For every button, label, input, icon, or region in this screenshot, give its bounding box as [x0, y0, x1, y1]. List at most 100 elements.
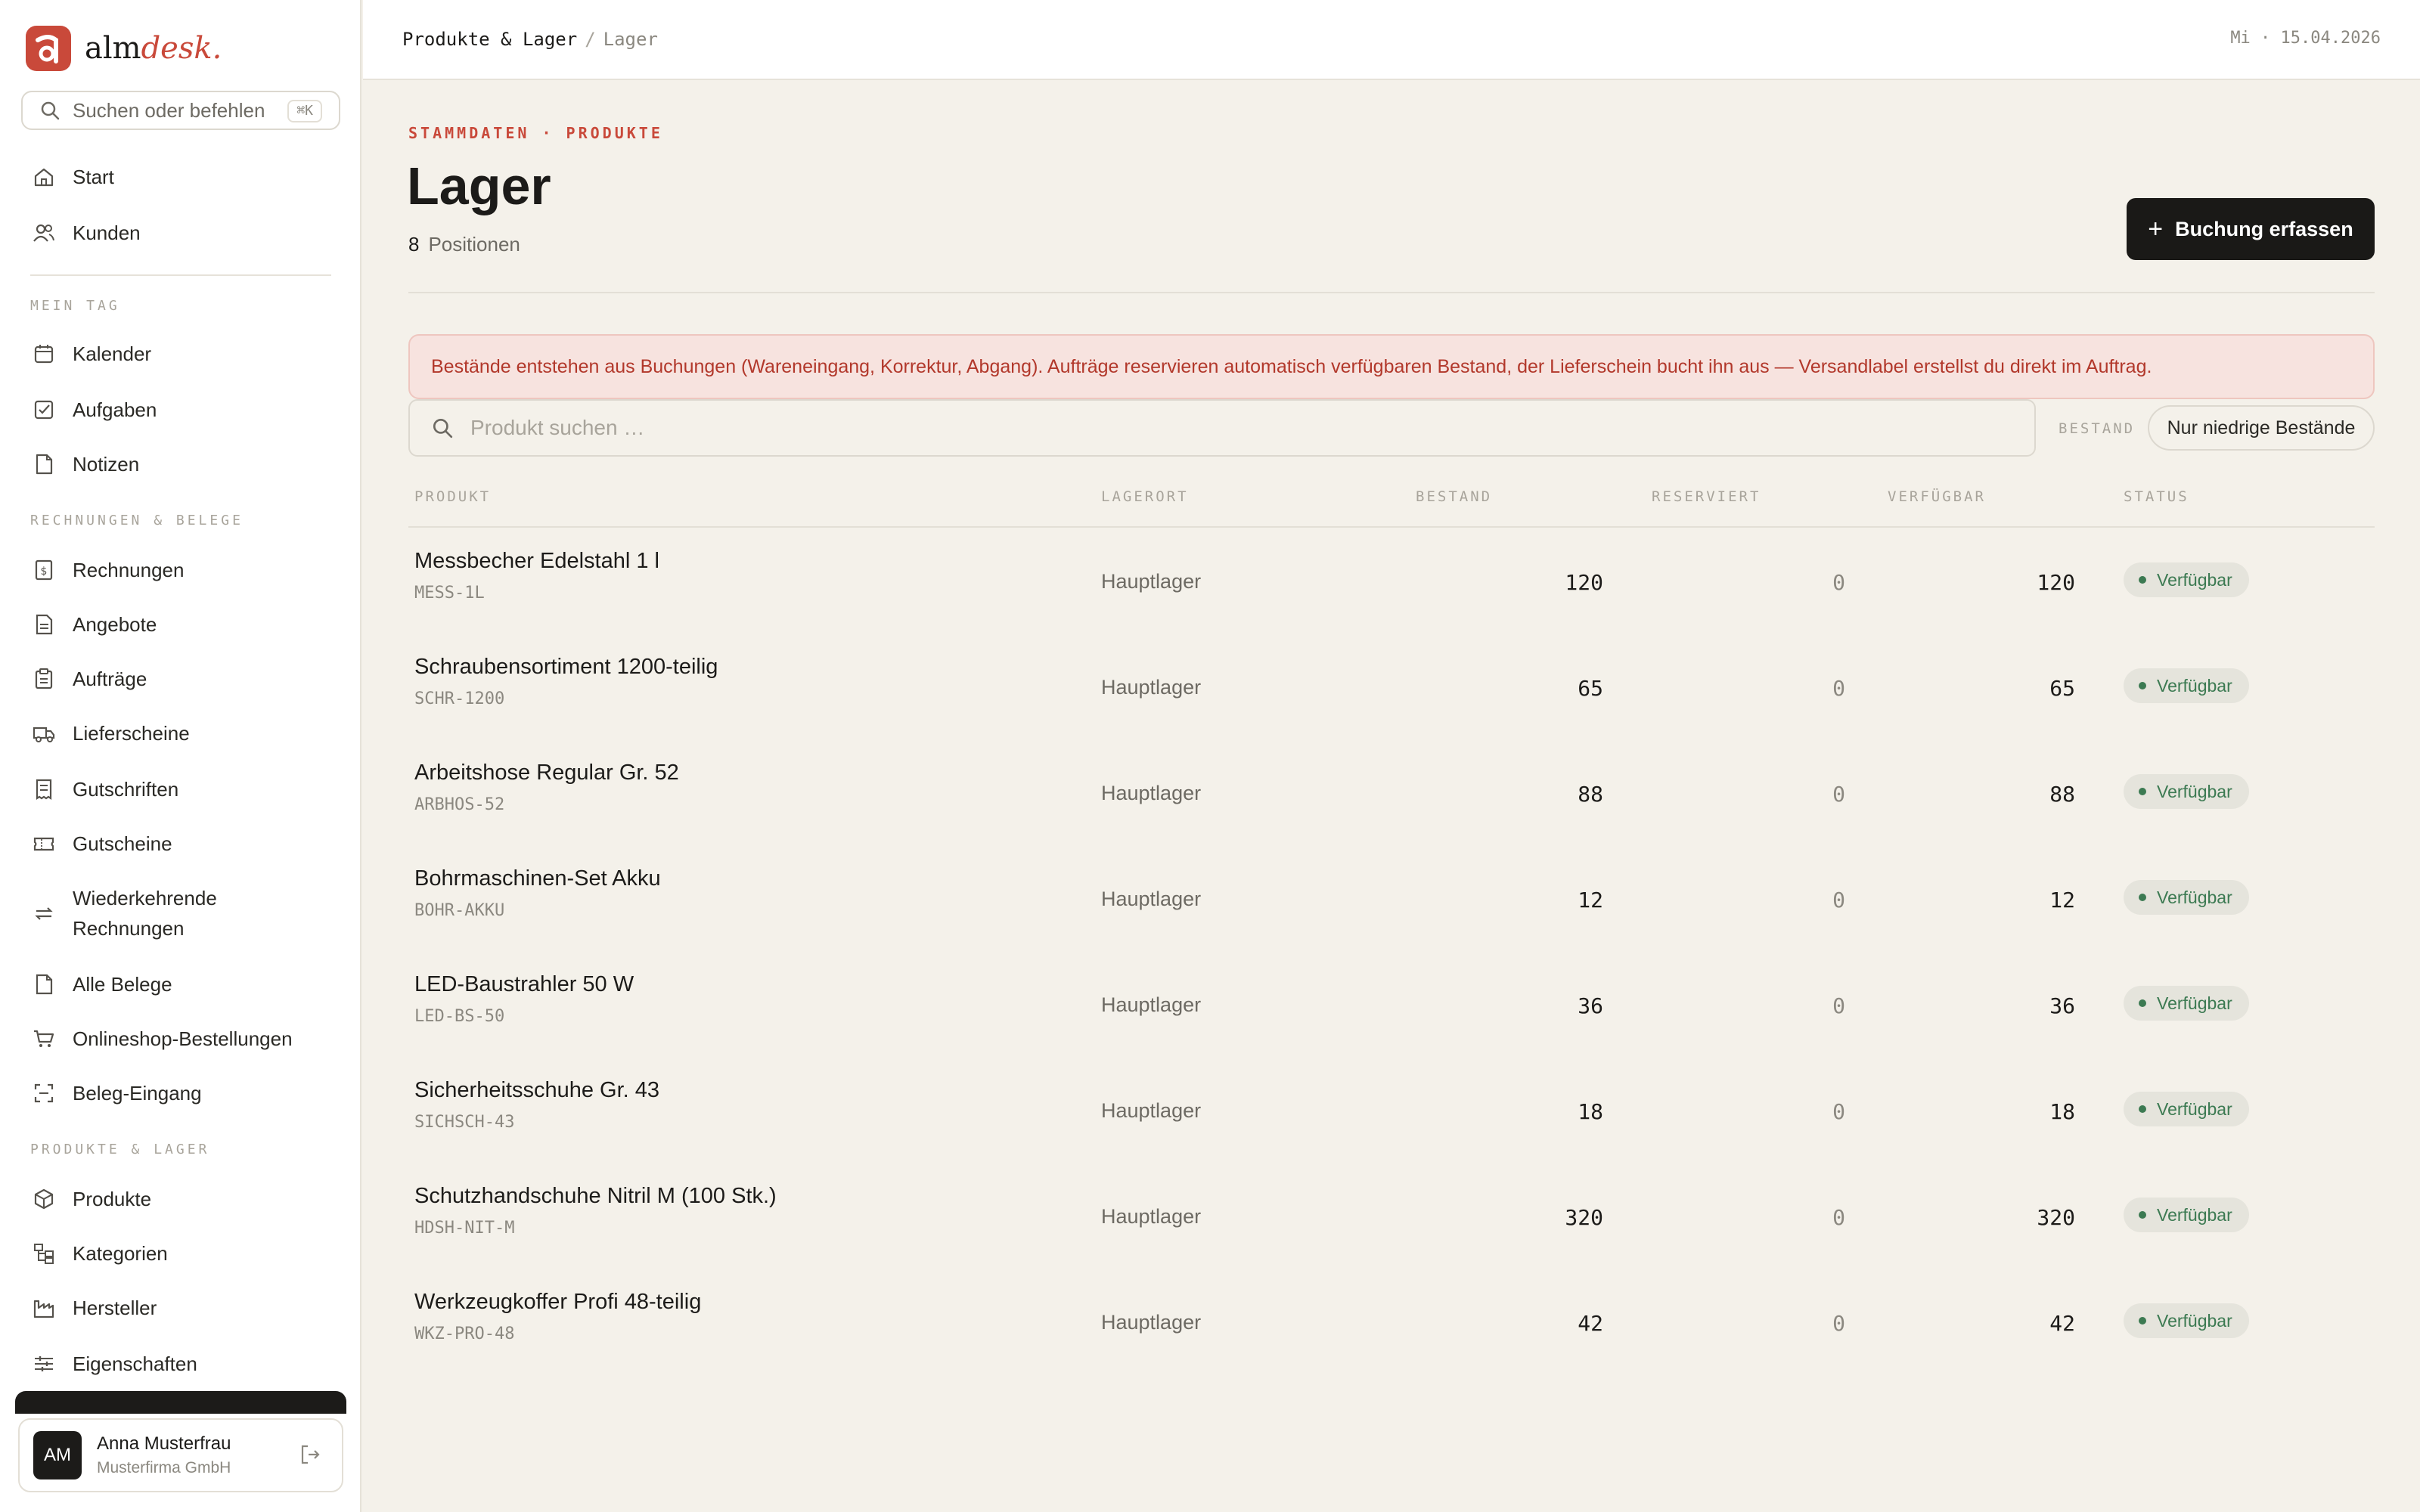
sidebar-search[interactable]: Suchen oder befehlen ⌘K	[21, 91, 340, 130]
product-location: Hauptlager	[1101, 1311, 1202, 1334]
invoice-icon: $	[29, 555, 59, 585]
current-date: Mi · 15.04.2026	[2230, 29, 2381, 48]
cart-icon	[29, 1024, 59, 1054]
sidebar-item-label: Start	[73, 166, 114, 188]
breadcrumb-current: Lager	[603, 29, 658, 50]
sidebar-item-hersteller[interactable]: Hersteller	[29, 1293, 339, 1323]
sidebar-item-auftraege[interactable]: Aufträge	[29, 664, 339, 694]
product-name[interactable]: Messbecher Edelstahl 1 l	[414, 549, 659, 574]
sidebar-item-eigenschaften[interactable]: Eigenschaften	[29, 1349, 339, 1379]
active-item-strip[interactable]	[15, 1391, 346, 1414]
column-header-produkt[interactable]: PRODUKT	[414, 488, 491, 505]
user-card[interactable]: AM Anna Musterfrau Musterfirma GmbH	[18, 1418, 343, 1492]
sidebar-item-angebote[interactable]: Angebote	[29, 609, 339, 640]
table-row[interactable]: Arbeitshose Regular Gr. 52 ARBHOS-52 Haupt…	[408, 739, 2375, 845]
table-row[interactable]: Sicherheitsschuhe Gr. 43 SICHSCH-43 Hauptl…	[408, 1057, 2375, 1163]
sidebar-item-kunden[interactable]: Kunden	[29, 218, 339, 248]
stock-value: 88	[1578, 782, 1603, 807]
column-header-bestand[interactable]: BESTAND	[1416, 488, 1492, 505]
sidebar-item-onlineshop-bestellungen[interactable]: Onlineshop-Bestellungen	[29, 1024, 339, 1054]
logout-icon[interactable]	[298, 1442, 322, 1470]
factory-icon	[29, 1293, 59, 1323]
status-label: Verfügbar	[2157, 781, 2232, 801]
sidebar-item-aufgaben[interactable]: Aufgaben	[29, 395, 339, 425]
product-location: Hauptlager	[1101, 782, 1202, 804]
user-info: Anna Musterfrau Musterfirma GmbH	[97, 1433, 231, 1477]
sidebar-item-label-line2: Rechnungen	[73, 917, 185, 940]
table-row[interactable]: Werkzeugkoffer Profi 48-teilig WKZ-PRO-48…	[408, 1269, 2375, 1374]
section-rechnungen-belege: RECHNUNGEN & BELEGE	[30, 513, 244, 528]
column-header-status[interactable]: STATUS	[2124, 488, 2189, 505]
status-badge: Verfügbar	[2124, 774, 2249, 809]
box-icon	[29, 1184, 59, 1214]
column-header-reserviert[interactable]: RESERVIERT	[1652, 488, 1761, 505]
sidebar-item-notizen[interactable]: Notizen	[29, 449, 339, 479]
sliders-icon	[29, 1349, 59, 1379]
sidebar: almdesk. Suchen oder befehlen ⌘K Start K…	[0, 0, 361, 1512]
product-name[interactable]: Werkzeugkoffer Profi 48-teilig	[414, 1290, 701, 1315]
brand-logo[interactable]: almdesk.	[26, 26, 222, 71]
status-dot-icon	[2139, 1211, 2146, 1219]
sidebar-item-produkte[interactable]: Produkte	[29, 1184, 339, 1214]
product-location: Hauptlager	[1101, 888, 1202, 910]
table-row[interactable]: Schraubensortiment 1200-teilig SCHR-1200 H…	[408, 634, 2375, 739]
breadcrumb-separator: /	[585, 29, 596, 50]
sidebar-item-alle-belege[interactable]: Alle Belege	[29, 969, 339, 999]
product-name[interactable]: Arbeitshose Regular Gr. 52	[414, 761, 679, 785]
product-name[interactable]: Schutzhandschuhe Nitril M (100 Stk.)	[414, 1184, 777, 1209]
home-icon	[29, 162, 59, 192]
status-label: Verfügbar	[2157, 675, 2232, 696]
status-dot-icon	[2139, 576, 2146, 584]
column-header-verfuegbar[interactable]: VERFÜGBAR	[1888, 488, 1986, 505]
product-sku: SICHSCH-43	[414, 1113, 515, 1132]
sidebar-item-gutscheine[interactable]: Gutscheine	[29, 829, 339, 859]
reserved-value: 0	[1832, 782, 1845, 807]
page-eyebrow: STAMMDATEN · PRODUKTE	[408, 124, 663, 142]
available-value: 18	[2049, 1099, 2075, 1124]
tree-icon	[29, 1238, 59, 1269]
status-badge: Verfügbar	[2124, 880, 2249, 915]
sidebar-item-kalender[interactable]: Kalender	[29, 339, 339, 369]
calendar-icon	[29, 339, 59, 369]
sidebar-item-label: Aufträge	[73, 668, 147, 690]
sidebar-search-placeholder: Suchen oder befehlen	[73, 98, 265, 122]
table-row[interactable]: LED-Baustrahler 50 W LED-BS-50 Hauptlager 3…	[408, 951, 2375, 1057]
sidebar-item-rechnungen[interactable]: $ Rechnungen	[29, 555, 339, 585]
sidebar-item-label: Beleg-Eingang	[73, 1082, 202, 1105]
sidebar-item-label: Rechnungen	[73, 559, 185, 581]
column-header-lagerort[interactable]: LAGERORT	[1101, 488, 1189, 505]
info-notice: Bestände entstehen aus Buchungen (Warene…	[408, 334, 2375, 399]
stock-value: 320	[1565, 1205, 1603, 1230]
sidebar-item-lieferscheine[interactable]: Lieferscheine	[29, 718, 339, 748]
breadcrumb-parent[interactable]: Produkte & Lager	[402, 29, 577, 50]
product-name[interactable]: Sicherheitsschuhe Gr. 43	[414, 1078, 659, 1103]
sidebar-item-kategorien[interactable]: Kategorien	[29, 1238, 339, 1269]
sidebar-item-beleg-eingang[interactable]: Beleg-Eingang	[29, 1078, 339, 1108]
topbar: Produkte & Lager / Lager Mi · 15.04.2026	[363, 0, 2420, 80]
sidebar-item-label: Wiederkehrende Rechnungen	[73, 883, 217, 943]
table-row[interactable]: Messbecher Edelstahl 1 l MESS-1L Hauptlage…	[408, 528, 2375, 634]
sidebar-item-label: Hersteller	[73, 1297, 157, 1319]
sidebar-item-wiederkehrende-rechnungen[interactable]: Wiederkehrende Rechnungen	[29, 883, 339, 943]
product-name[interactable]: LED-Baustrahler 50 W	[414, 972, 634, 997]
sidebar-item-start[interactable]: Start	[29, 162, 339, 192]
status-badge: Verfügbar	[2124, 1303, 2249, 1338]
buchung-erfassen-button[interactable]: + Buchung erfassen	[2127, 198, 2375, 260]
low-stock-filter-button[interactable]: Nur niedrige Bestände	[2148, 405, 2375, 451]
files-icon	[29, 969, 59, 999]
stock-value: 42	[1578, 1311, 1603, 1336]
brand-suffix: desk.	[141, 31, 222, 66]
checkbox-icon	[29, 395, 59, 425]
product-search-input[interactable]: Produkt suchen …	[408, 399, 2036, 457]
header-divider	[408, 292, 2375, 293]
product-name[interactable]: Schraubensortiment 1200-teilig	[414, 655, 718, 680]
table-row[interactable]: Schutzhandschuhe Nitril M (100 Stk.) HDSH…	[408, 1163, 2375, 1269]
product-name[interactable]: Bohrmaschinen-Set Akku	[414, 866, 661, 891]
sidebar-item-label: Kalender	[73, 342, 152, 365]
sidebar-item-gutschriften[interactable]: Gutschriften	[29, 774, 339, 804]
status-dot-icon	[2139, 894, 2146, 901]
reserved-value: 0	[1832, 993, 1845, 1018]
sidebar-item-label: Gutscheine	[73, 832, 172, 855]
status-dot-icon	[2139, 788, 2146, 795]
table-row[interactable]: Bohrmaschinen-Set Akku BOHR-AKKU Hauptlage…	[408, 845, 2375, 951]
